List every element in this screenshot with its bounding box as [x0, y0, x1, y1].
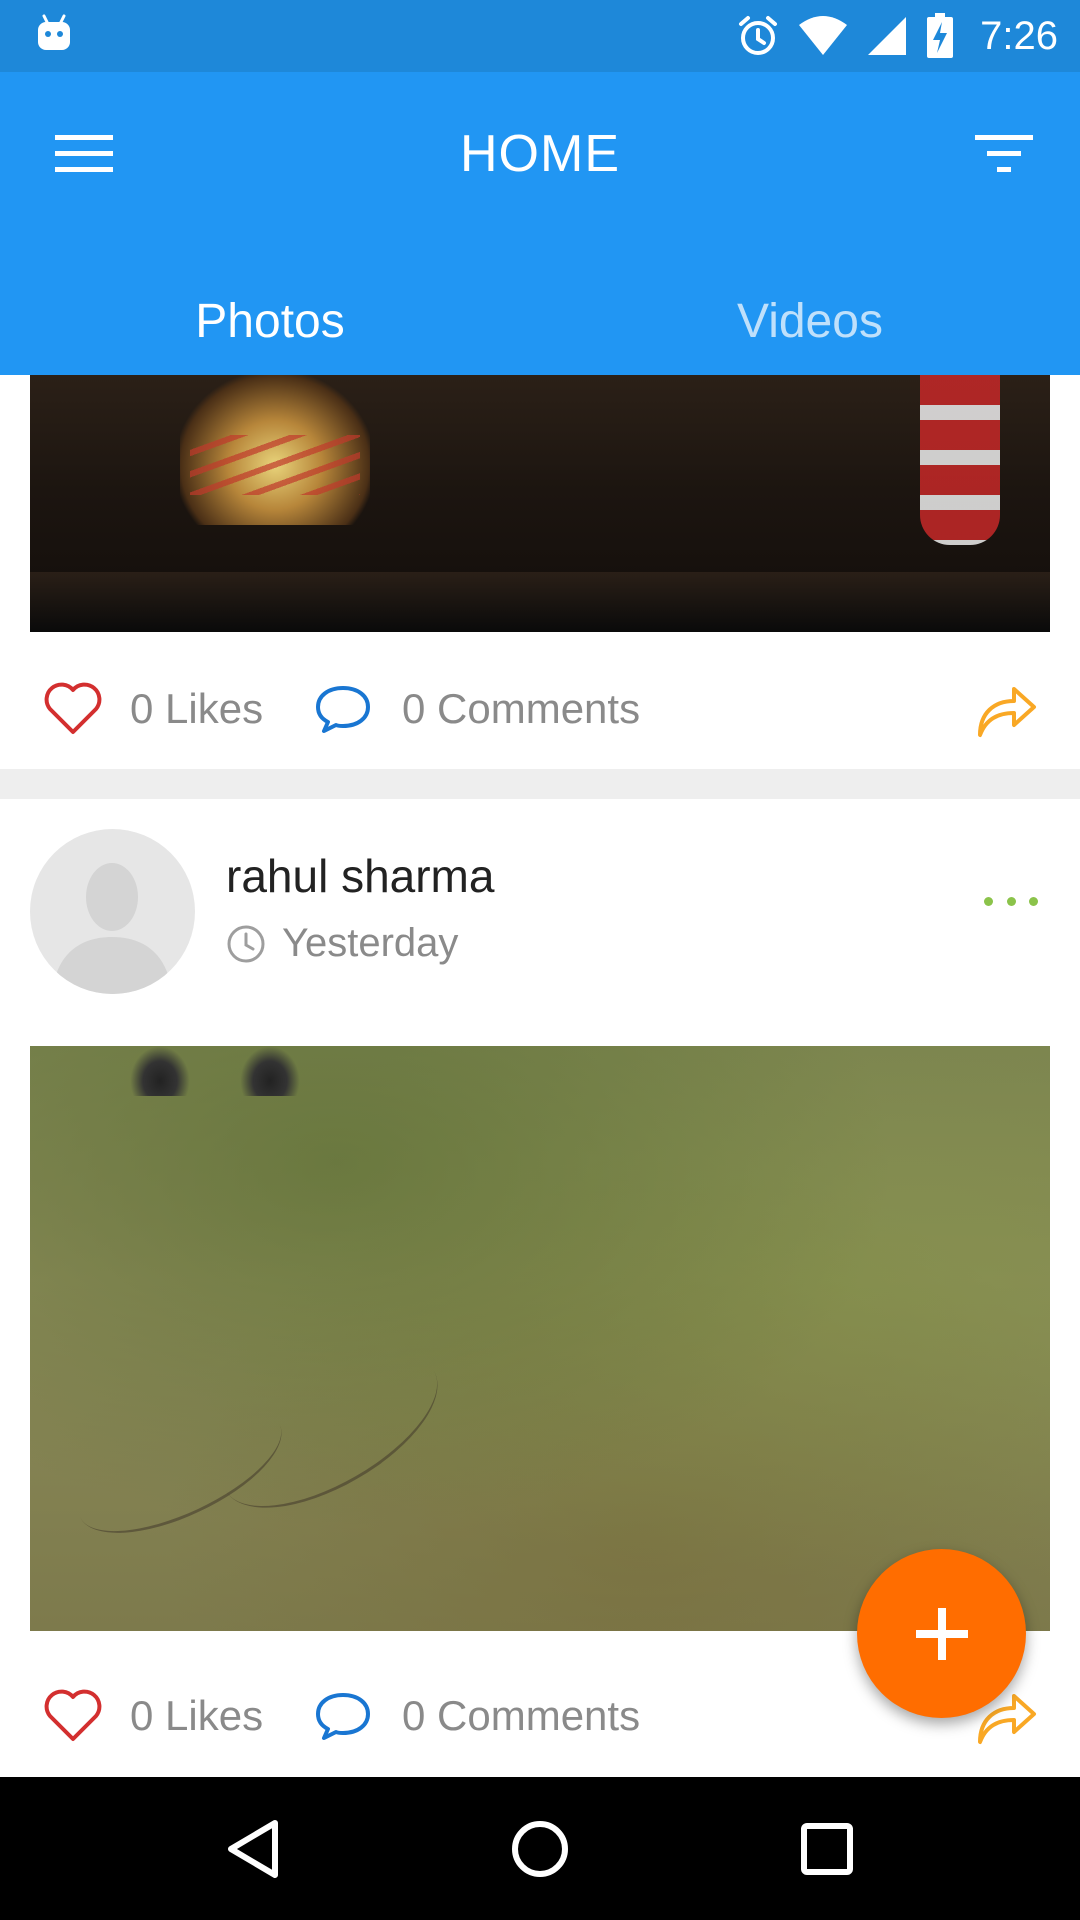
default-avatar-icon	[52, 863, 172, 994]
photo-detail	[190, 435, 360, 495]
comment-icon[interactable]	[314, 684, 372, 734]
alarm-icon	[739, 16, 778, 55]
recents-icon	[800, 1822, 853, 1875]
app-bar: HOME Photos Videos	[0, 72, 1080, 375]
heart-icon[interactable]	[44, 1689, 102, 1743]
avatar[interactable]	[30, 829, 195, 994]
post-actions: 0 Likes 0 Comments	[0, 653, 1080, 765]
status-time: 7:26	[980, 13, 1058, 58]
back-button[interactable]	[203, 1799, 303, 1899]
likes-count[interactable]: 0 Likes	[130, 1692, 263, 1740]
clock-icon	[227, 925, 265, 962]
recents-button[interactable]	[777, 1799, 877, 1899]
post-photo[interactable]	[30, 375, 1050, 632]
home-icon	[511, 1820, 568, 1877]
photo-detail	[240, 1046, 300, 1096]
battery-charging-icon	[927, 13, 954, 58]
tab-bar: Photos Videos	[0, 267, 1080, 375]
more-dot	[1029, 896, 1038, 906]
photo-detail	[130, 1046, 190, 1096]
signal-icon	[868, 17, 907, 55]
add-post-button[interactable]	[857, 1549, 1026, 1718]
tab-videos[interactable]: Videos	[540, 267, 1080, 375]
home-button[interactable]	[490, 1799, 590, 1899]
post-time: Yesterday	[226, 921, 458, 966]
comments-count[interactable]: 0 Comments	[402, 1692, 640, 1740]
post-header: rahul sharma Yesterday	[0, 799, 1080, 999]
filter-icon	[975, 135, 1033, 172]
post-photo[interactable]	[30, 1046, 1050, 1631]
tab-photos[interactable]: Photos	[0, 267, 540, 375]
back-icon	[228, 1819, 279, 1878]
author-name[interactable]: rahul sharma	[226, 849, 494, 903]
filter-button[interactable]	[968, 124, 1040, 184]
wifi-icon	[799, 16, 848, 55]
more-dot	[1006, 896, 1016, 906]
comments-count[interactable]: 0 Comments	[402, 685, 640, 733]
heart-icon[interactable]	[44, 682, 102, 736]
comment-icon[interactable]	[314, 1691, 372, 1741]
more-dot	[984, 896, 993, 906]
android-icon	[38, 14, 70, 50]
post-divider	[0, 769, 1080, 799]
more-options-button[interactable]	[976, 881, 1046, 921]
plus-icon	[915, 1607, 968, 1660]
likes-count[interactable]: 0 Likes	[130, 685, 263, 733]
post-time-text: Yesterday	[282, 921, 459, 965]
page-title: HOME	[460, 125, 620, 183]
share-icon[interactable]	[974, 679, 1038, 739]
system-nav-bar	[0, 1777, 1080, 1920]
photo-detail	[920, 375, 1000, 545]
photo-detail	[30, 572, 1050, 632]
status-bar: 7:26	[0, 0, 1080, 72]
